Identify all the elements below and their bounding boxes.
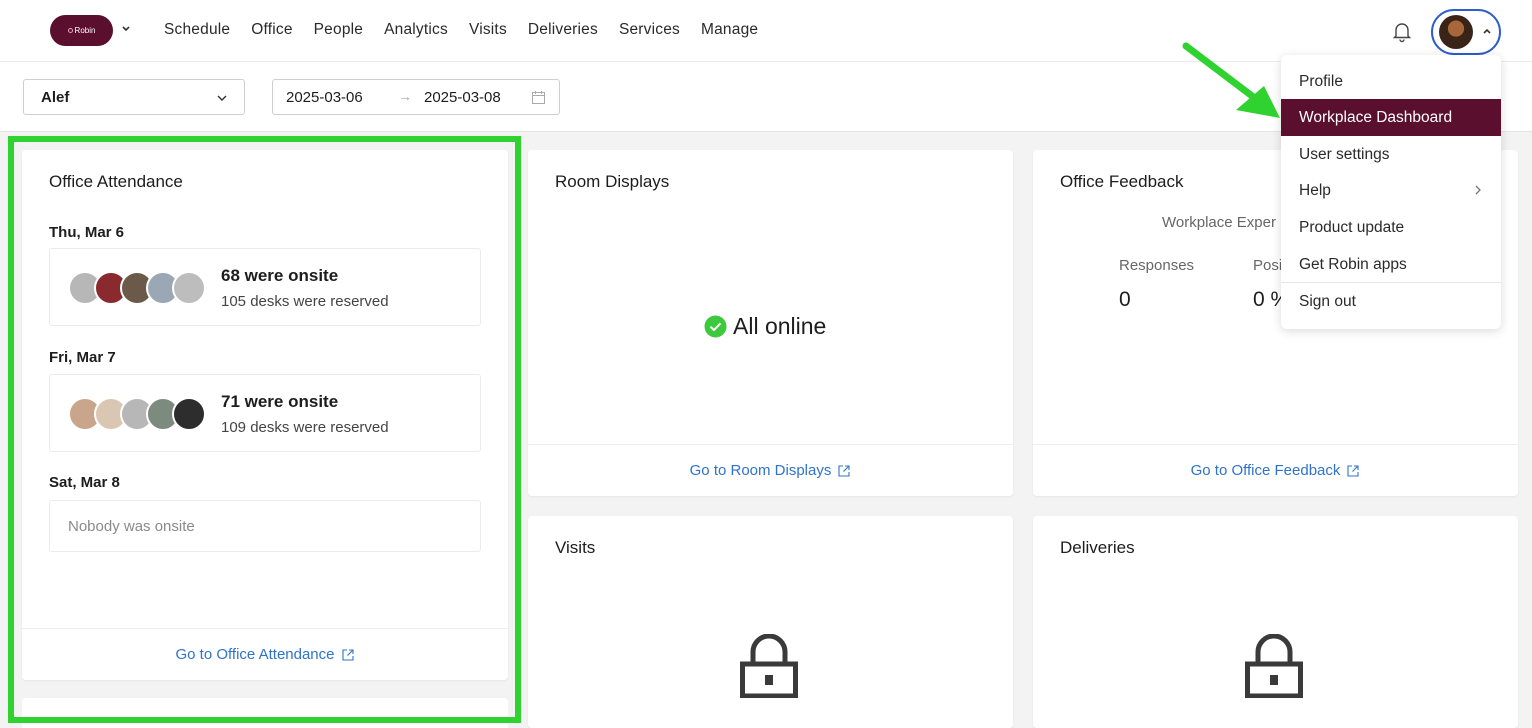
calendar-icon[interactable] — [531, 90, 546, 105]
card-title: Office Feedback — [1060, 172, 1184, 191]
avatar — [1439, 15, 1473, 49]
go-to-office-feedback-link[interactable]: Go to Office Feedback — [1033, 444, 1518, 496]
nav-manage[interactable]: Manage — [701, 21, 758, 39]
positive-label: Posi — [1253, 257, 1283, 274]
nav-visits[interactable]: Visits — [469, 21, 507, 39]
onsite-count: 68 were onsite — [221, 266, 339, 285]
pointer-arrow-icon — [1182, 42, 1280, 118]
next-card-edge — [22, 698, 508, 728]
empty-message: Nobody was onsite — [68, 518, 195, 535]
online-status: All online — [704, 313, 826, 340]
top-navigation: Robin Schedule Office People Analytics V… — [0, 0, 1532, 62]
chevron-right-icon — [1475, 185, 1481, 195]
responses-label: Responses — [1119, 257, 1195, 274]
card-title: Visits — [555, 538, 596, 557]
avatar — [172, 271, 206, 305]
logo-text: Robin — [74, 26, 96, 35]
external-link-icon — [341, 648, 354, 661]
empty-attendance: Nobody was onsite — [49, 500, 481, 552]
link-label: Go to Room Displays — [689, 462, 832, 479]
user-menu-button[interactable] — [1431, 9, 1501, 55]
nav-analytics[interactable]: Analytics — [384, 21, 448, 39]
bell-icon[interactable] — [1390, 19, 1414, 43]
nav-services[interactable]: Services — [619, 21, 680, 39]
feedback-subtitle: Workplace Exper — [1162, 214, 1276, 231]
range-arrow: → — [398, 88, 412, 104]
menu-item-sign-out[interactable]: Sign out — [1281, 283, 1501, 320]
start-date[interactable]: 2025-03-06 — [286, 89, 363, 106]
nav-schedule[interactable]: Schedule — [164, 21, 230, 39]
robin-logo[interactable]: Robin — [50, 15, 113, 46]
menu-item-get-robin-apps[interactable]: Get Robin apps — [1281, 246, 1501, 283]
attendee-avatars — [68, 271, 208, 305]
visits-card: Visits — [528, 516, 1013, 728]
desks-reserved: 109 desks were reserved — [221, 419, 389, 436]
link-label: Go to Office Attendance — [175, 646, 335, 663]
attendee-avatars — [68, 397, 208, 431]
desks-reserved: 105 desks were reserved — [221, 293, 389, 310]
main-nav-links: Schedule Office People Analytics Visits … — [164, 21, 758, 39]
menu-item-help[interactable]: Help — [1281, 172, 1501, 209]
responses-value: 0 — [1119, 288, 1131, 311]
chevron-up-icon — [1483, 28, 1491, 34]
deliveries-card: Deliveries — [1033, 516, 1518, 728]
card-title: Deliveries — [1060, 538, 1135, 557]
check-circle-icon — [704, 315, 727, 338]
attendance-summary[interactable]: 68 were onsite 105 desks were reserved — [49, 248, 481, 326]
day-label: Thu, Mar 6 — [49, 224, 125, 241]
lock-icon — [1245, 634, 1303, 698]
chevron-down-icon — [217, 95, 227, 101]
go-to-office-attendance-link[interactable]: Go to Office Attendance — [22, 628, 508, 680]
menu-item-workplace-dashboard[interactable]: Workplace Dashboard — [1281, 99, 1501, 136]
location-value: Alef — [41, 89, 70, 106]
menu-item-label: Help — [1299, 182, 1331, 199]
day-label: Fri, Mar 7 — [49, 349, 116, 366]
attendance-summary[interactable]: 71 were onsite 109 desks were reserved — [49, 374, 481, 452]
lock-icon — [740, 634, 798, 698]
user-dropdown-menu: Profile Workplace Dashboard User setting… — [1281, 55, 1501, 329]
office-attendance-card: Office Attendance Thu, Mar 6 68 were ons… — [22, 150, 508, 680]
card-title: Room Displays — [555, 172, 670, 191]
menu-item-user-settings[interactable]: User settings — [1281, 136, 1501, 173]
day-label: Sat, Mar 8 — [49, 474, 120, 491]
link-label: Go to Office Feedback — [1190, 462, 1341, 479]
room-displays-card: Room Displays All online Go to Room Disp… — [528, 150, 1013, 496]
nav-deliveries[interactable]: Deliveries — [528, 21, 598, 39]
location-select[interactable]: Alef — [23, 79, 245, 115]
external-link-icon — [1347, 464, 1359, 477]
end-date[interactable]: 2025-03-08 — [424, 89, 501, 106]
card-title: Office Attendance — [49, 172, 183, 191]
go-to-room-displays-link[interactable]: Go to Room Displays — [528, 444, 1013, 496]
menu-item-profile[interactable]: Profile — [1281, 63, 1501, 100]
menu-item-product-update[interactable]: Product update — [1281, 209, 1501, 246]
date-range-picker[interactable]: 2025-03-06 → 2025-03-08 — [272, 79, 560, 115]
nav-office[interactable]: Office — [251, 21, 292, 39]
onsite-count: 71 were onsite — [221, 392, 339, 411]
status-text: All online — [733, 313, 827, 339]
chevron-down-icon[interactable] — [120, 22, 132, 36]
avatar — [172, 397, 206, 431]
nav-people[interactable]: People — [314, 21, 363, 39]
external-link-icon — [838, 464, 850, 477]
